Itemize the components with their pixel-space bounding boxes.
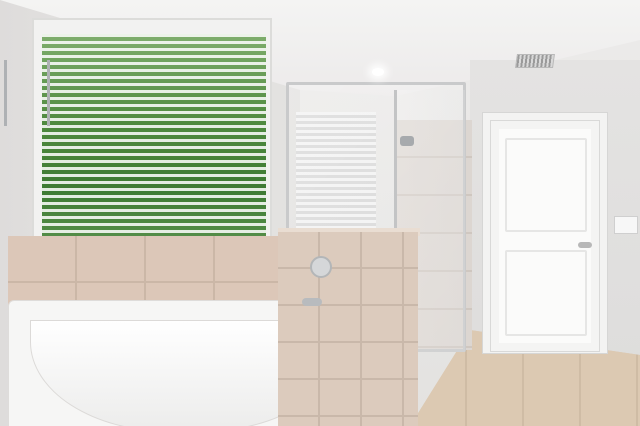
light-switch-icon — [614, 216, 638, 234]
tile-knee-wall — [278, 232, 418, 426]
shower-head-icon — [400, 136, 414, 146]
bathroom-photo — [0, 0, 640, 426]
tub-valve-icon — [310, 256, 332, 278]
towel-bar — [4, 60, 50, 126]
door-panel-top — [505, 138, 587, 232]
air-vent-icon — [515, 54, 555, 68]
door-panel-bottom — [505, 250, 587, 336]
window-blinds — [42, 34, 266, 256]
tub-faucet-icon — [302, 298, 322, 306]
recessed-light-icon — [372, 68, 384, 76]
door-handle-icon — [578, 242, 592, 248]
